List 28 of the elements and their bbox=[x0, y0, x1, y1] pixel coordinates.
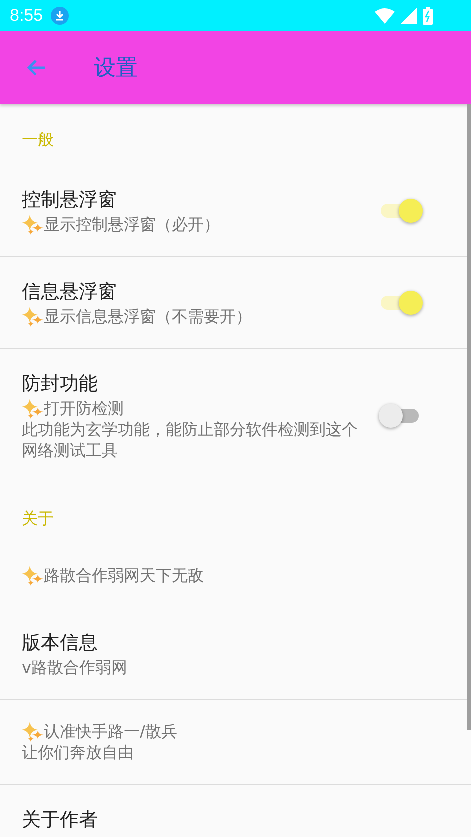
preference-summary: 认准快手路一/散兵 bbox=[44, 721, 178, 742]
preference-item[interactable]: 防封功能 打开防检测 此功能为玄学功能，能防止部分软件检测到这个网络测试工具 bbox=[0, 349, 471, 483]
section-header: 一般 bbox=[21, 129, 55, 151]
preference-summary: 显示控制悬浮窗（必开） bbox=[44, 214, 220, 235]
toggle-switch[interactable] bbox=[379, 198, 421, 224]
wifi-icon bbox=[375, 8, 395, 24]
preference-summary: v路散合作弱网 bbox=[22, 657, 128, 678]
battery-charging-icon bbox=[423, 6, 433, 24]
preference-item[interactable]: 路散合作弱网天下无敌 bbox=[0, 544, 471, 608]
preference-title: 防封功能 bbox=[22, 372, 99, 397]
toggle-switch[interactable] bbox=[379, 290, 421, 316]
scrollbar[interactable] bbox=[467, 104, 471, 730]
preference-title: 信息悬浮窗 bbox=[22, 280, 118, 305]
clock-text: 8:55 bbox=[10, 6, 44, 26]
preference-title: 控制悬浮窗 bbox=[22, 188, 118, 213]
preference-title: 版本信息 bbox=[22, 631, 99, 656]
preference-item[interactable]: 关于作者 bbox=[0, 785, 471, 837]
signal-icon bbox=[401, 8, 417, 24]
download-icon bbox=[51, 6, 70, 24]
preference-note: 此功能为玄学功能，能防止部分软件检测到这个网络测试工具 bbox=[22, 419, 359, 461]
preference-summary: 路散合作弱网天下无敌 bbox=[44, 565, 204, 586]
preference-note: 让你们奔放自由 bbox=[22, 742, 135, 763]
toggle-switch[interactable] bbox=[379, 402, 421, 428]
section-header: 关于 bbox=[21, 508, 55, 530]
preference-title: 关于作者 bbox=[22, 808, 99, 833]
preference-summary: 显示信息悬浮窗（不需要开） bbox=[44, 306, 252, 327]
preference-summary: 打开防检测 bbox=[44, 398, 124, 419]
toolbar-title: 设置 bbox=[94, 54, 138, 82]
